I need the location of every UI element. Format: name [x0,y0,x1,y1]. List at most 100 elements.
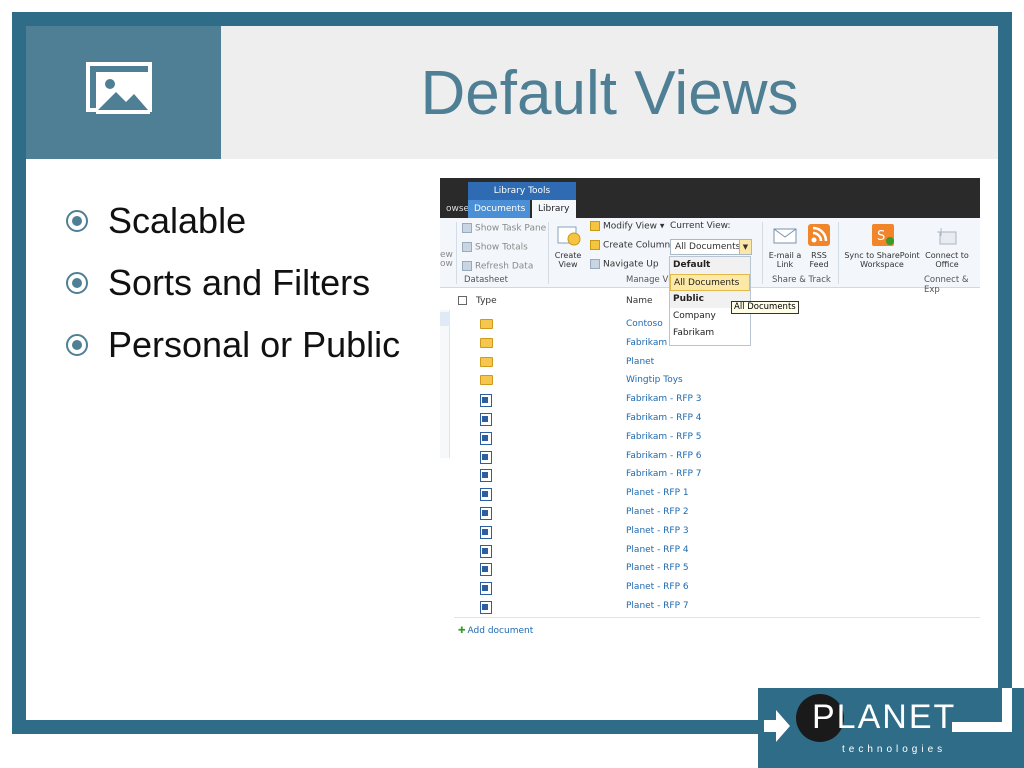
current-view-select[interactable]: All Documents ▼ [670,239,752,255]
menu-item-fabrikam[interactable]: Fabrikam [670,325,750,342]
email-icon [773,228,797,244]
modify-view-button[interactable]: Modify View ▾ [590,221,664,232]
list-item[interactable]: Planet - RFP 1 [440,485,980,503]
svg-text:+: + [936,225,946,239]
list-item[interactable]: Wingtip Toys [440,372,980,390]
word-document-icon [480,601,492,614]
item-name-link[interactable]: Fabrikam - RFP 4 [626,413,702,423]
column-header-name[interactable]: Name [626,296,653,306]
item-name-link[interactable]: Planet - RFP 5 [626,563,689,573]
word-document-icon [480,413,492,426]
item-name-link[interactable]: Planet - RFP 1 [626,488,689,498]
word-document-icon [480,450,492,464]
item-name-link[interactable]: Contoso [626,319,663,329]
circle-bullet-icon [66,272,88,294]
column-header-type[interactable]: Type [476,296,497,306]
ribbon-separator [838,222,839,284]
list-item[interactable]: Planet [440,354,980,372]
item-name-link[interactable]: Planet - RFP 2 [626,507,689,517]
word-document-icon [480,394,492,408]
tooltip: All Documents [731,301,799,314]
folder-icon [480,375,493,386]
connect-office-icon: + [936,225,957,245]
create-view-icon [557,226,581,246]
contextual-tab-group: Library Tools [468,182,576,200]
ribbon-separator [762,222,763,284]
list-item[interactable]: Planet - RFP 2 [440,504,980,522]
tab-library[interactable]: Library [532,200,576,218]
item-name-link[interactable]: Fabrikam - RFP 3 [626,394,702,404]
create-view-button[interactable]: Create View [550,251,586,269]
item-name-link[interactable]: Planet - RFP 4 [626,545,689,555]
list-item[interactable]: Fabrikam - RFP 4 [440,410,980,428]
sharepoint-screenshot: Library Tools owse Documents Library ew … [440,178,980,648]
navigate-up-button[interactable]: Navigate Up [590,259,659,270]
show-totals-button[interactable]: Show Totals [462,242,528,253]
dropdown-arrow-icon[interactable]: ▼ [739,240,751,254]
connect-office-button[interactable]: Connect to Office [924,251,970,269]
word-document-icon [480,582,492,596]
plus-icon: ✚ [458,626,466,636]
list-item[interactable]: Fabrikam - RFP 5 [440,429,980,447]
sigma-icon [462,242,472,252]
show-task-pane-button[interactable]: Show Task Pane [462,223,546,234]
rss-feed-button[interactable]: RSS Feed [802,251,836,269]
word-document-icon [480,507,492,520]
item-name-link[interactable]: Fabrikam - RFP 6 [626,451,702,461]
menu-item-all-documents[interactable]: All Documents [670,274,750,291]
bullet-text: Scalable [108,200,247,241]
word-document-icon [480,525,492,539]
circle-bullet-icon [66,334,88,356]
word-document-icon [480,544,492,558]
slide-title: Default Views [420,59,799,128]
current-view-label: Current View: [670,221,731,231]
bullet-text: Personal or Public [108,324,401,365]
list-item[interactable]: Fabrikam - RFP 3 [440,391,980,409]
list-item[interactable]: Planet - RFP 3 [440,523,980,541]
item-name-link[interactable]: Fabrikam [626,338,667,348]
select-all-checkbox[interactable] [458,296,467,305]
task-pane-icon [462,223,472,233]
item-name-link[interactable]: Fabrikam - RFP 7 [626,469,702,479]
add-document-link[interactable]: ✚ Add document [458,626,533,636]
modify-view-icon [590,221,600,231]
column-icon [590,240,600,250]
list-item[interactable]: Fabrikam - RFP 7 [440,466,980,484]
navigate-up-icon [590,259,600,269]
refresh-data-button[interactable]: Refresh Data [462,261,533,272]
item-name-link[interactable]: Planet [626,357,654,367]
item-name-link[interactable]: Fabrikam - RFP 5 [626,432,702,442]
group-label-share-track: Share & Track [772,275,831,285]
group-label-connect-export: Connect & Exp [924,275,969,295]
logo-corner-bracket [952,688,1012,732]
sync-workspace-button[interactable]: Sync to SharePoint Workspace [842,251,922,269]
create-column-button[interactable]: Create Column [590,240,670,251]
item-name-link[interactable]: Wingtip Toys [626,375,683,385]
folder-icon [480,356,493,367]
tab-documents[interactable]: Documents [468,200,530,218]
ribbon-separator [456,222,457,284]
list-item[interactable]: Planet - RFP 6 [440,579,980,597]
list-item[interactable]: Planet - RFP 5 [440,560,980,578]
item-name-link[interactable]: Planet - RFP 6 [626,582,689,592]
list-item[interactable]: Planet - RFP 7 [440,598,980,616]
bullet-item: Personal or Public [66,314,400,376]
logo-subtitle: technologies [842,744,947,755]
bullet-list: Scalable Sorts and Filters Personal or P… [66,190,400,376]
refresh-icon [462,261,472,271]
logo-wordmark: PLANET [812,698,957,736]
list-item[interactable]: Fabrikam - RFP 6 [440,448,980,466]
group-label-datasheet: Datasheet [464,275,508,285]
item-name-link[interactable]: Planet - RFP 7 [626,601,689,611]
email-link-button[interactable]: E-mail a Link [766,251,804,269]
arrow-right-icon [764,710,790,742]
list-item[interactable]: Planet - RFP 4 [440,542,980,560]
bullet-text: Sorts and Filters [108,262,371,303]
list-footer-divider [454,617,980,618]
item-name-link[interactable]: Planet - RFP 3 [626,526,689,536]
word-document-icon [480,431,492,445]
word-document-icon [480,488,492,502]
bullet-item: Scalable [66,190,400,252]
current-view-value: All Documents [675,242,741,252]
picture-icon [86,62,152,114]
